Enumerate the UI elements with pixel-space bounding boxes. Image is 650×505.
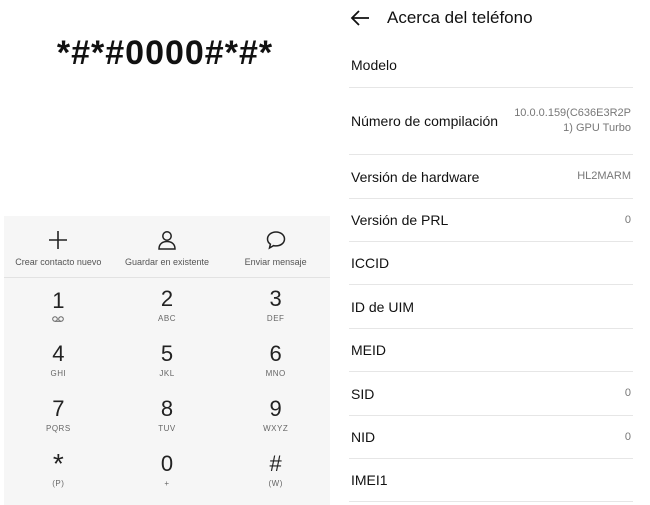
list-item-prl-version[interactable]: Versión de PRL 0 bbox=[349, 199, 633, 242]
key-8[interactable]: 8 TUV bbox=[113, 388, 222, 443]
key-digit: 4 bbox=[52, 341, 65, 366]
save-to-existing-button[interactable]: Guardar en existente bbox=[113, 216, 222, 277]
person-icon bbox=[158, 231, 176, 250]
key-digit: 0 bbox=[160, 451, 174, 476]
key-letters: PQRS bbox=[46, 424, 71, 433]
key-letters: + bbox=[164, 479, 170, 488]
key-digit: 6 bbox=[269, 341, 282, 366]
send-message-label: Enviar mensaje bbox=[244, 257, 307, 267]
dialer-action-row: Crear contacto nuevo Guardar en existent… bbox=[4, 216, 330, 278]
page-title: Acerca del teléfono bbox=[387, 8, 533, 27]
keypad-row: 7 PQRS 8 TUV 9 WXYZ bbox=[4, 388, 330, 443]
list-item-uim-id[interactable]: ID de UIM bbox=[349, 285, 633, 329]
key-letters: DEF bbox=[266, 314, 285, 323]
back-arrow-icon[interactable] bbox=[348, 6, 372, 30]
dialed-number-display[interactable]: *#*#0000#*#* bbox=[0, 34, 330, 73]
key-7[interactable]: 7 PQRS bbox=[4, 388, 113, 443]
keypad: 1 2 ABC 3 DEF 4 GHI 5 JKL 6 MNO 7 PQRS 8… bbox=[4, 278, 330, 498]
row-value: 10.0.0.159(C636E3R2P1) GPU Turbo bbox=[514, 107, 631, 134]
key-digit: 3 bbox=[269, 286, 282, 311]
key-1[interactable]: 1 bbox=[4, 278, 113, 333]
row-label: MEID bbox=[351, 342, 386, 358]
key-digit: # bbox=[269, 451, 282, 476]
row-label: Número de compilación bbox=[351, 113, 499, 129]
row-label: IMEI1 bbox=[351, 472, 388, 488]
key-letters: WXYZ bbox=[263, 424, 289, 433]
row-label: SID bbox=[351, 385, 375, 402]
key-letters: GHI bbox=[50, 369, 67, 378]
row-label: Versión de hardware bbox=[351, 168, 480, 185]
save-to-existing-label: Guardar en existente bbox=[124, 257, 210, 267]
list-item-iccid[interactable]: ICCID bbox=[349, 242, 633, 285]
row-value: 0 bbox=[624, 430, 631, 443]
voicemail-icon bbox=[52, 315, 65, 323]
key-letters: JKL bbox=[159, 369, 175, 378]
key-letters: ABC bbox=[158, 314, 176, 323]
row-value: 0 bbox=[624, 387, 631, 399]
settings-list: Modelo Número de compilación 10.0.0.159(… bbox=[349, 43, 633, 502]
dialer-screen: *#*#0000#*#* Crear contacto nuevo Guarda… bbox=[0, 0, 330, 505]
key-digit: 7 bbox=[52, 396, 65, 421]
key-5[interactable]: 5 JKL bbox=[113, 333, 222, 388]
about-phone-screen: Acerca del teléfono Modelo Número de com… bbox=[338, 0, 650, 505]
key-4[interactable]: 4 GHI bbox=[4, 333, 113, 388]
list-item-sid[interactable]: SID 0 bbox=[349, 372, 633, 416]
key-digit: 8 bbox=[160, 396, 174, 421]
key-letters: (P) bbox=[52, 479, 65, 488]
key-letters: TUV bbox=[158, 424, 176, 433]
about-header: Acerca del teléfono bbox=[338, 0, 650, 36]
key-star[interactable]: * (P) bbox=[4, 443, 113, 498]
list-item-model[interactable]: Modelo bbox=[349, 43, 633, 88]
key-digit: 1 bbox=[52, 287, 65, 313]
create-contact-button[interactable]: Crear contacto nuevo bbox=[4, 216, 113, 277]
list-item-hardware-version[interactable]: Versión de hardware HL2MARM bbox=[349, 155, 633, 199]
list-item-imei1[interactable]: IMEI1 bbox=[349, 459, 633, 502]
keypad-row: * (P) 0 + # (W) bbox=[4, 443, 330, 498]
list-item-nid[interactable]: NID 0 bbox=[349, 416, 633, 459]
dialpad-panel: Crear contacto nuevo Guardar en existent… bbox=[4, 216, 330, 505]
keypad-row: 4 GHI 5 JKL 6 MNO bbox=[4, 333, 330, 388]
key-letters: (W) bbox=[268, 479, 283, 488]
row-label: ID de UIM bbox=[351, 298, 415, 315]
plus-icon bbox=[49, 231, 68, 249]
key-digit: 5 bbox=[160, 341, 174, 366]
key-digit: 2 bbox=[160, 286, 174, 311]
row-label: Versión de PRL bbox=[351, 212, 449, 228]
message-bubble-icon bbox=[266, 231, 285, 250]
key-0[interactable]: 0 + bbox=[113, 443, 222, 498]
row-label: Modelo bbox=[351, 57, 397, 73]
keypad-row: 1 2 ABC 3 DEF bbox=[4, 278, 330, 333]
key-hash[interactable]: # (W) bbox=[221, 443, 330, 498]
key-letters: MNO bbox=[265, 369, 286, 378]
key-digit: * bbox=[52, 448, 64, 479]
key-6[interactable]: 6 MNO bbox=[221, 333, 330, 388]
list-item-meid[interactable]: MEID bbox=[349, 329, 633, 372]
row-value: 0 bbox=[624, 213, 631, 226]
row-value: HL2MARM bbox=[577, 170, 631, 182]
row-label: ICCID bbox=[351, 255, 390, 271]
row-label: NID bbox=[351, 429, 376, 445]
send-message-button[interactable]: Enviar mensaje bbox=[221, 216, 330, 277]
key-3[interactable]: 3 DEF bbox=[221, 278, 330, 333]
create-contact-label: Crear contacto nuevo bbox=[15, 257, 102, 267]
key-9[interactable]: 9 WXYZ bbox=[221, 388, 330, 443]
list-item-build-number[interactable]: Número de compilación 10.0.0.159(C636E3R… bbox=[349, 88, 633, 155]
key-2[interactable]: 2 ABC bbox=[113, 278, 222, 333]
key-digit: 9 bbox=[269, 396, 282, 421]
